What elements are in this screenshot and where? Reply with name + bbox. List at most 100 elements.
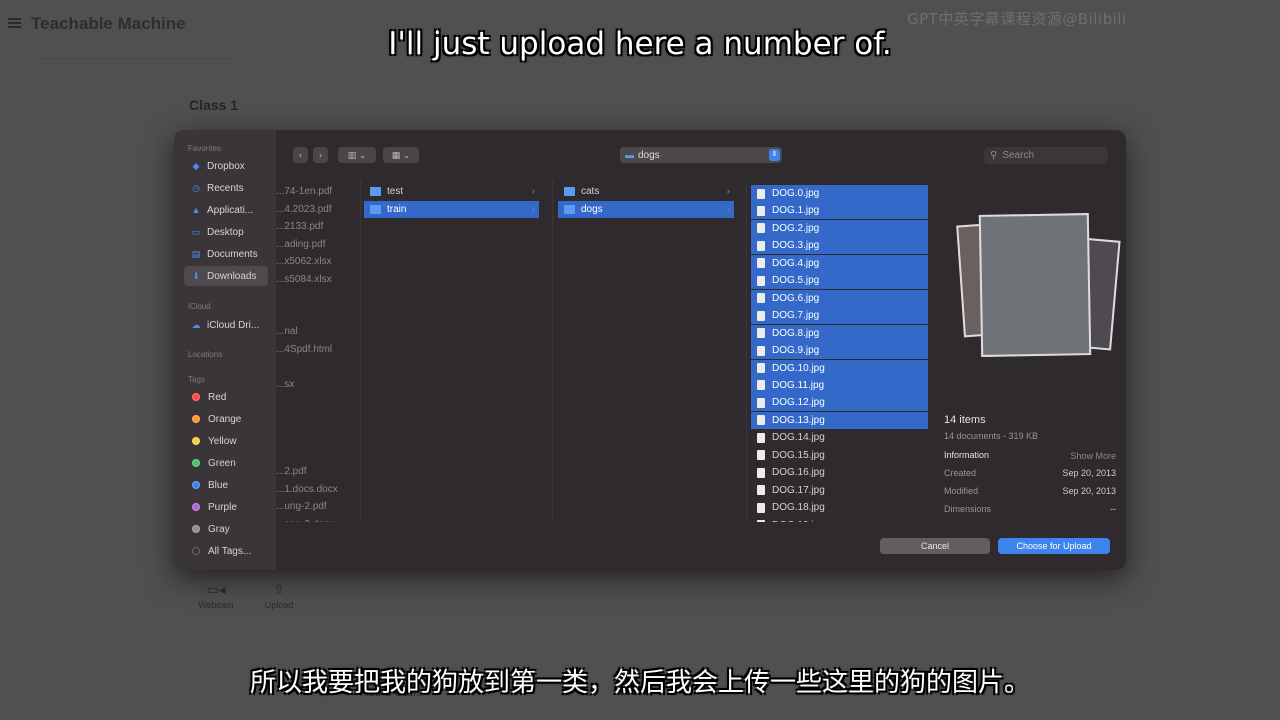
folder-name: test (387, 186, 404, 197)
sidebar-tag[interactable]: Gray (184, 519, 268, 539)
file-row[interactable]: DOG.13.jpg (751, 411, 928, 429)
sidebar-item-icloud-drive[interactable]: ☁ iCloud Dri... (184, 315, 268, 335)
up-down-arrows-icon: ⇕ (769, 149, 780, 161)
sidebar-item[interactable]: ▲ Applicati... (184, 200, 268, 220)
file-row[interactable]: ...4Spdf.html (276, 341, 360, 358)
applications-icon: ▲ (191, 205, 201, 215)
file-row[interactable]: DOG.6.jpg (751, 289, 928, 307)
sidebar-tag[interactable]: Yellow (184, 431, 268, 451)
webcam-button[interactable]: ▭◂ Webcam (186, 582, 246, 610)
file-name: DOG.18.jpg (772, 502, 825, 514)
sidebar-item-label: Desktop (207, 226, 244, 238)
image-file-icon (757, 223, 765, 234)
cancel-button[interactable]: Cancel (880, 538, 990, 554)
file-name: ...2133.pdf (276, 221, 324, 232)
image-file-icon (757, 520, 765, 522)
file-row[interactable]: DOG.11.jpg (751, 376, 928, 394)
path-popup[interactable]: ▬ dogs ⇕ (620, 147, 782, 163)
file-row[interactable]: DOG.3.jpg (751, 237, 928, 255)
sidebar-item-label: iCloud Dri... (207, 319, 260, 331)
upload-button[interactable]: ⇧ Upload (249, 582, 309, 610)
folder-row[interactable]: dogs › (558, 200, 734, 218)
file-row[interactable]: ...ong-3.docx (276, 516, 360, 523)
file-row[interactable]: DOG.12.jpg (751, 394, 928, 412)
file-row[interactable]: DOG.5.jpg (751, 272, 928, 290)
folder-row[interactable]: cats › (558, 183, 734, 200)
file-row[interactable]: DOG.2.jpg (751, 219, 928, 237)
file-row[interactable]: DOG.7.jpg (751, 307, 928, 325)
file-row[interactable]: DOG.4.jpg (751, 254, 928, 272)
sidebar-tag[interactable]: Red (184, 387, 268, 407)
sidebar-tag[interactable]: Blue (184, 475, 268, 495)
browser-column-2: cats › dogs › (558, 180, 734, 522)
choose-for-upload-button[interactable]: Choose for Upload (998, 538, 1110, 554)
class-name[interactable]: Class 1 (189, 97, 238, 113)
sidebar-item[interactable]: ◆ Dropbox (184, 156, 268, 176)
show-more-link[interactable]: Show More (1070, 451, 1116, 461)
file-row[interactable]: ...4.2023.pdf (276, 201, 360, 218)
sidebar-item-label: Recents (207, 182, 244, 194)
file-row[interactable]: DOG.1.jpg (751, 202, 928, 220)
search-field[interactable]: ⚲ Search (984, 147, 1108, 164)
image-file-icon (757, 415, 765, 426)
file-row[interactable]: DOG.18.jpg (751, 499, 928, 516)
sidebar-item[interactable]: ▭ Desktop (184, 222, 268, 242)
columns-view-icon: ▥ ⌄ (347, 149, 367, 160)
group-button[interactable]: ▦ ⌄ (383, 147, 419, 163)
folder-icon (564, 187, 575, 196)
info-label: Created (944, 468, 977, 478)
sidebar-item[interactable]: ▤ Documents (184, 244, 268, 264)
file-row[interactable]: DOG.14.jpg (751, 429, 928, 446)
file-row[interactable]: DOG.10.jpg (751, 359, 928, 377)
file-row[interactable]: ...ung-2.pdf (276, 498, 360, 515)
file-row[interactable]: ...x5062.xlsx (276, 253, 360, 270)
folder-row[interactable]: train › (364, 200, 539, 218)
info-value: Sep 20, 2013 (1062, 486, 1116, 496)
sidebar-item[interactable]: ◷ Recents (184, 178, 268, 198)
file-row[interactable]: DOG.8.jpg (751, 324, 928, 342)
chevron-right-icon: › (319, 150, 322, 160)
sidebar-tag[interactable]: Green (184, 453, 268, 473)
image-file-icon (757, 293, 765, 304)
file-name: DOG.9.jpg (772, 345, 820, 357)
search-icon: ⚲ (990, 150, 998, 161)
document-icon: ▤ (191, 248, 201, 259)
file-row[interactable]: ...2.pdf (276, 463, 360, 480)
back-button[interactable]: ‹ (293, 147, 308, 163)
file-name: ...ung-2.pdf (276, 501, 327, 512)
sidebar-tag-label: All Tags... (208, 545, 252, 557)
forward-button[interactable]: › (313, 147, 328, 163)
file-row[interactable]: DOG.16.jpg (751, 464, 928, 481)
tag-color-dot (192, 437, 200, 445)
sidebar-tag[interactable]: All Tags... (184, 541, 268, 561)
video-camera-icon: ▭◂ (206, 582, 226, 597)
sidebar-tag[interactable]: Purple (184, 497, 268, 517)
file-row[interactable]: DOG.17.jpg (751, 482, 928, 499)
file-row[interactable]: ...sx (276, 376, 360, 393)
image-file-icon (757, 363, 765, 373)
file-row[interactable]: ...nal (276, 323, 360, 340)
tag-color-dot (192, 459, 200, 467)
upload-label: Upload (264, 600, 294, 610)
sidebar-item-label: Dropbox (207, 160, 245, 172)
file-row[interactable]: DOG.9.jpg (751, 342, 928, 360)
chevron-right-icon: › (531, 203, 535, 215)
file-name: ...x5062.xlsx (276, 256, 332, 267)
items-subtitle: 14 documents - 319 KB (944, 431, 1039, 441)
folder-row[interactable]: test › (364, 183, 539, 200)
chevron-right-icon: › (726, 203, 730, 215)
view-mode-button[interactable]: ▥ ⌄ (338, 147, 376, 163)
file-name: DOG.10.jpg (772, 362, 825, 374)
file-row[interactable]: DOG.19.jpg (751, 517, 928, 522)
file-row[interactable]: DOG.0.jpg (751, 185, 928, 202)
file-row[interactable]: DOG.15.jpg (751, 447, 928, 464)
chevron-right-icon: › (726, 186, 730, 197)
file-row[interactable]: ...ading.pdf (276, 236, 360, 253)
browser-column-1: test › train › (364, 180, 539, 522)
file-row[interactable]: ...74-1en.pdf (276, 183, 360, 200)
file-row[interactable]: ...1.docs.docx (276, 481, 360, 498)
file-row[interactable]: ...s5084.xlsx (276, 271, 360, 288)
sidebar-item[interactable]: ⬇ Downloads (184, 266, 268, 286)
file-row[interactable]: ...2133.pdf (276, 218, 360, 235)
sidebar-tag[interactable]: Orange (184, 409, 268, 429)
